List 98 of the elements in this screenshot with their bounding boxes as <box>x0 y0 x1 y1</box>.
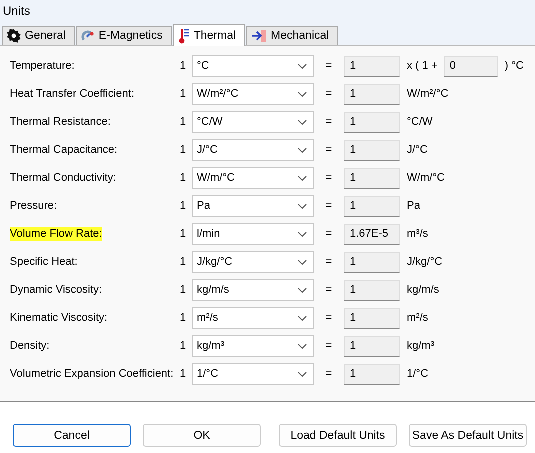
unit-dropdown[interactable]: J/kg/°C <box>192 251 314 273</box>
dialog-button[interactable]: OK <box>143 424 261 447</box>
equals-sign: = <box>324 200 334 212</box>
factor-text: 1 <box>180 256 188 268</box>
value-field[interactable]: 1 <box>344 336 400 356</box>
tab[interactable]: General <box>2 26 75 45</box>
base-unit: 1/°C <box>407 368 429 380</box>
factor-text: 1 <box>180 116 188 128</box>
base-unit: J/°C <box>407 144 428 156</box>
field-label: Density: <box>10 339 50 353</box>
equals-sign: = <box>324 116 334 128</box>
dialog-button[interactable]: Cancel <box>13 424 131 447</box>
unit-dropdown[interactable]: J/°C <box>192 139 314 161</box>
unit-dropdown[interactable]: W/m/°C <box>192 167 314 189</box>
unit-dropdown[interactable]: kg/m³ <box>192 335 314 357</box>
field-label: Specific Heat: <box>10 255 78 269</box>
base-unit: J/kg/°C <box>407 256 443 268</box>
offset-prefix: x ( 1 + <box>407 60 438 72</box>
chevron-down-icon <box>298 344 307 348</box>
base-unit: m²/s <box>407 312 428 324</box>
field-label: Pressure: <box>10 199 58 213</box>
factor-text: 1 <box>180 88 188 100</box>
chevron-down-icon <box>298 260 307 264</box>
equals-sign: = <box>324 368 334 380</box>
unit-dropdown[interactable]: kg/m/s <box>192 279 314 301</box>
base-unit: W/m²/°C <box>407 88 449 100</box>
chevron-down-icon <box>298 64 307 68</box>
factor-text: 1 <box>180 200 188 212</box>
field-label: Temperature: <box>10 59 75 73</box>
factor-text: 1 <box>180 312 188 324</box>
equals-sign: = <box>324 88 334 100</box>
gear-icon <box>7 29 21 43</box>
unit-dropdown[interactable]: 1/°C <box>192 363 314 385</box>
base-unit: W/m/°C <box>407 172 446 184</box>
value-field[interactable]: 1 <box>344 280 400 300</box>
value-field[interactable]: 1 <box>344 364 400 384</box>
chevron-down-icon <box>298 148 307 152</box>
offset-field[interactable]: 0 <box>444 56 498 76</box>
offset-suffix: ) °C <box>504 60 524 72</box>
field-label: Thermal Resistance: <box>10 115 111 129</box>
factor-text: 1 <box>180 172 188 184</box>
chevron-down-icon <box>298 120 307 124</box>
unit-dropdown[interactable]: W/m²/°C <box>192 83 314 105</box>
equals-sign: = <box>324 172 334 184</box>
factor-text: 1 <box>180 284 188 296</box>
chevron-down-icon <box>298 176 307 180</box>
equals-sign: = <box>324 228 334 240</box>
value-field[interactable]: 1 <box>344 252 400 272</box>
unit-dropdown[interactable]: Pa <box>192 195 314 217</box>
field-label: Volumetric Expansion Coefficient: <box>10 367 174 381</box>
thermometer-icon <box>178 28 190 44</box>
value-field[interactable]: 1.67E-5 <box>344 224 400 244</box>
chevron-down-icon <box>298 372 307 376</box>
equals-sign: = <box>324 340 334 352</box>
chevron-down-icon <box>298 288 307 292</box>
field-label: Thermal Capacitance: <box>10 143 118 157</box>
chevron-down-icon <box>298 204 307 208</box>
value-field[interactable]: 1 <box>344 196 400 216</box>
dialog-button[interactable]: Load Default Units <box>279 424 397 447</box>
field-label: Volume Flow Rate: <box>10 227 102 241</box>
unit-dropdown[interactable]: l/min <box>192 223 314 245</box>
dialog-button[interactable]: Save As Default Units <box>409 424 527 447</box>
chevron-down-icon <box>298 316 307 320</box>
equals-sign: = <box>324 144 334 156</box>
equals-sign: = <box>324 284 334 296</box>
field-label: Dynamic Viscosity: <box>10 283 102 297</box>
factor-text: 1 <box>180 60 188 72</box>
equals-sign: = <box>324 312 334 324</box>
value-field[interactable]: 1 <box>344 84 400 104</box>
value-field[interactable]: 1 <box>344 140 400 160</box>
equals-sign: = <box>324 256 334 268</box>
base-unit: Pa <box>407 200 420 212</box>
arrow-icon <box>251 29 268 43</box>
unit-dropdown[interactable]: °C <box>192 55 314 77</box>
magnet-icon <box>80 29 95 43</box>
value-field[interactable]: 1 <box>344 112 400 132</box>
field-label: Thermal Conductivity: <box>10 171 116 185</box>
value-field[interactable]: 1 <box>344 168 400 188</box>
unit-dropdown[interactable]: m²/s <box>192 307 314 329</box>
factor-text: 1 <box>180 340 188 352</box>
base-unit: kg/m³ <box>407 340 434 352</box>
tab[interactable]: Thermal <box>172 24 246 46</box>
field-label: Kinematic Viscosity: <box>10 311 108 325</box>
factor-text: 1 <box>180 228 188 240</box>
chevron-down-icon <box>298 232 307 236</box>
tab[interactable]: Mechanical <box>246 26 338 45</box>
field-label: Heat Transfer Coefficient: <box>10 87 135 101</box>
base-unit: kg/m/s <box>407 284 440 296</box>
factor-text: 1 <box>180 144 188 156</box>
equals-sign: = <box>324 60 334 72</box>
tab[interactable]: E-Magnetics <box>76 26 172 45</box>
base-unit: °C/W <box>407 116 433 128</box>
chevron-down-icon <box>298 92 307 96</box>
factor-text: 1 <box>180 368 188 380</box>
value-field[interactable]: 1 <box>344 308 400 328</box>
base-unit: m³/s <box>407 228 428 240</box>
unit-dropdown[interactable]: °C/W <box>192 111 314 133</box>
value-field[interactable]: 1 <box>344 56 400 76</box>
